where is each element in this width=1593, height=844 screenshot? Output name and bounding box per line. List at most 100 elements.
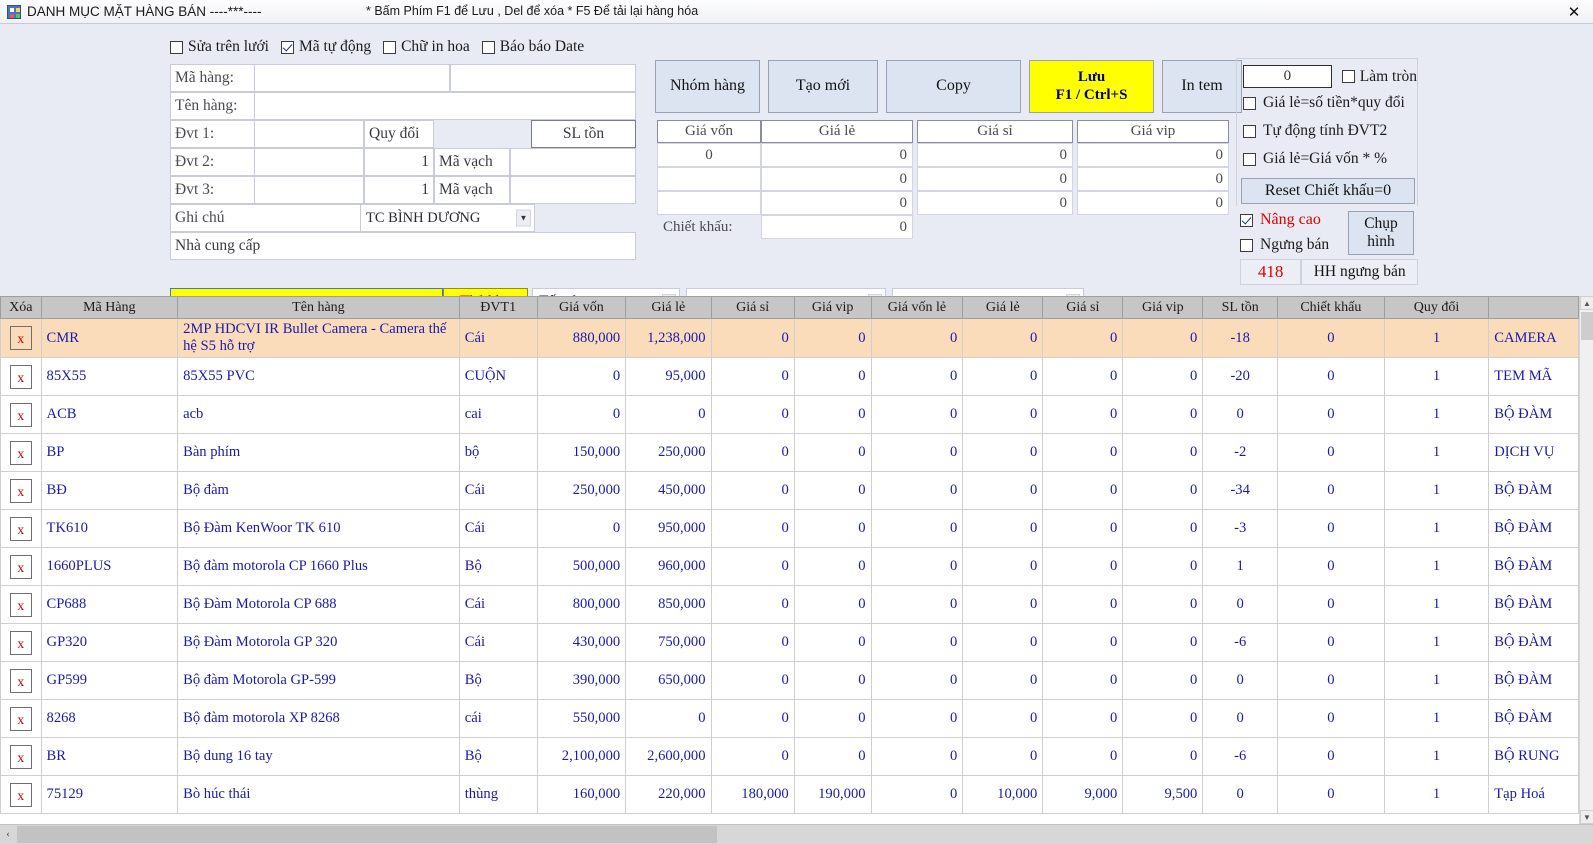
- cell-gia-le2[interactable]: 0: [962, 661, 1044, 700]
- cell-gia-le2[interactable]: 0: [962, 357, 1044, 396]
- cell-gia-vip[interactable]: 0: [793, 395, 872, 434]
- col-gia-von[interactable]: Giá vốn: [536, 296, 627, 319]
- cell-chiet-khau[interactable]: 0: [1277, 775, 1385, 814]
- cell-dvt[interactable]: cai: [458, 395, 538, 434]
- table-row[interactable]: x 1660PLUS Bộ đàm motorola CP 1660 Plus Bộ 5…: [0, 547, 1579, 586]
- cell-chiet-khau[interactable]: 0: [1277, 318, 1385, 358]
- cell-dvt[interactable]: Bộ: [458, 661, 538, 700]
- close-icon[interactable]: ✕: [1561, 2, 1587, 22]
- cell-gia-le[interactable]: 95,000: [625, 357, 712, 396]
- cell-gia-si2[interactable]: 0: [1042, 433, 1124, 472]
- cell-nhom[interactable]: BỘ ĐÀM: [1488, 395, 1579, 434]
- checkbox-box[interactable]: [280, 40, 294, 54]
- cell-gia-si2[interactable]: 0: [1042, 318, 1124, 358]
- input-dvt3-quydoi[interactable]: 1: [364, 176, 434, 204]
- cell-ten[interactable]: Bộ đàm motorola XP 8268: [177, 699, 460, 738]
- delete-row-button[interactable]: x: [0, 357, 42, 396]
- col-xoa[interactable]: Xóa: [0, 296, 42, 319]
- cell-ten[interactable]: acb: [177, 395, 460, 434]
- cell-gia-si[interactable]: 0: [710, 318, 795, 358]
- checkbox-ngung-ban[interactable]: Ngưng bán: [1240, 236, 1348, 254]
- cell-gia-von-le[interactable]: 0: [870, 699, 964, 738]
- round-value-input[interactable]: 0: [1243, 65, 1332, 88]
- cell-gia-si[interactable]: 0: [710, 623, 795, 662]
- cell-nhom[interactable]: BỘ ĐÀM: [1488, 471, 1579, 510]
- delete-icon[interactable]: x: [9, 554, 32, 579]
- cell-gia-von-le[interactable]: 0: [870, 623, 964, 662]
- cell-sl-ton[interactable]: 0: [1202, 395, 1279, 434]
- cell-chiet-khau[interactable]: 0: [1277, 395, 1385, 434]
- col-gia-si[interactable]: Giá sỉ: [710, 296, 795, 319]
- cell-nhom[interactable]: TEM MÃ: [1488, 357, 1579, 396]
- cell-quy-doi[interactable]: 1: [1383, 737, 1490, 776]
- input-ma-vach-3[interactable]: [510, 176, 636, 204]
- cell-gia-von[interactable]: 0: [536, 395, 627, 434]
- checkbox-box[interactable]: [383, 40, 397, 54]
- cell-gia-von[interactable]: 150,000: [536, 433, 627, 472]
- cell-ma[interactable]: BP: [40, 433, 179, 472]
- table-row[interactable]: x BP Bàn phím bộ 150,000 250,000 0 0 0 0 0 0 -2 0 1 DỊC…: [0, 433, 1579, 472]
- delete-row-button[interactable]: x: [0, 699, 42, 738]
- cell-chiet-khau[interactable]: 0: [1277, 433, 1385, 472]
- cell-ten[interactable]: Bộ đàm Motorola GP-599: [177, 661, 460, 700]
- cell-chiet-khau[interactable]: 0: [1277, 623, 1385, 662]
- delete-icon[interactable]: x: [9, 630, 32, 655]
- delete-icon[interactable]: x: [9, 668, 32, 693]
- scroll-up-icon[interactable]: ▲: [1580, 296, 1593, 310]
- vertical-scrollbar[interactable]: ▲ ▼: [1579, 296, 1593, 824]
- cell-nhom[interactable]: BỘ RUNG: [1488, 737, 1579, 776]
- cell-nhom[interactable]: BỘ ĐÀM: [1488, 623, 1579, 662]
- cell-sl-ton[interactable]: -20: [1202, 357, 1279, 396]
- hh-ngung-ban-button[interactable]: HH ngưng bán: [1301, 259, 1418, 285]
- cell-gia-le[interactable]: 850,000: [625, 585, 712, 624]
- reset-chiet-khau-button[interactable]: Reset Chiết khấu=0: [1241, 178, 1415, 204]
- table-row[interactable]: x 75129 Bò húc thái thùng 160,000 220,000 180,…: [0, 775, 1579, 814]
- col-gia-vip-2[interactable]: Giá vip: [1122, 296, 1204, 319]
- cell-gia-le[interactable]: 0: [625, 699, 712, 738]
- cell-quy-doi[interactable]: 1: [1383, 585, 1490, 624]
- cell-gia-von[interactable]: 2,100,000: [536, 737, 627, 776]
- cell-gia-le2[interactable]: 0: [962, 509, 1044, 548]
- cell-gia-vip2[interactable]: 0: [1122, 623, 1204, 662]
- cell-sl-ton[interactable]: -2: [1202, 433, 1279, 472]
- cell-dvt[interactable]: bộ: [458, 433, 538, 472]
- cell-quy-doi[interactable]: 1: [1383, 509, 1490, 548]
- cell-gia-le[interactable]: 250,000: [625, 433, 712, 472]
- cell-chiet-khau[interactable]: 0: [1277, 357, 1385, 396]
- scroll-down-icon[interactable]: ▼: [1580, 810, 1593, 824]
- checkbox-ma-tu-dong[interactable]: Mã tự động: [280, 38, 371, 56]
- cell-gia-von-le[interactable]: 0: [870, 433, 964, 472]
- cell-gia-vip[interactable]: 0: [793, 433, 872, 472]
- cell-dvt[interactable]: thùng: [458, 775, 538, 814]
- cell-dvt[interactable]: CUỘN: [458, 357, 538, 396]
- cell-gia-si[interactable]: 0: [710, 661, 795, 700]
- checkbox-box[interactable]: [1341, 70, 1355, 83]
- price-gia-vip-1[interactable]: 0: [1077, 143, 1229, 167]
- cell-sl-ton[interactable]: -6: [1202, 623, 1279, 662]
- cell-gia-si2[interactable]: 0: [1042, 585, 1124, 624]
- cell-ma[interactable]: BR: [40, 737, 179, 776]
- price-gia-si-1[interactable]: 0: [917, 143, 1073, 167]
- cell-gia-le2[interactable]: 0: [962, 585, 1044, 624]
- cell-gia-vip2[interactable]: 0: [1122, 433, 1204, 472]
- cell-gia-vip2[interactable]: 0: [1122, 661, 1204, 700]
- cell-gia-si2[interactable]: 0: [1042, 737, 1124, 776]
- cell-dvt[interactable]: cái: [458, 699, 538, 738]
- cell-gia-vip2[interactable]: 0: [1122, 509, 1204, 548]
- cell-gia-si[interactable]: 0: [710, 737, 795, 776]
- delete-icon[interactable]: x: [9, 440, 32, 465]
- cell-gia-le2[interactable]: 0: [962, 318, 1044, 358]
- delete-row-button[interactable]: x: [0, 471, 42, 510]
- cell-quy-doi[interactable]: 1: [1383, 433, 1490, 472]
- cell-gia-si2[interactable]: 0: [1042, 623, 1124, 662]
- cell-gia-si[interactable]: 0: [710, 585, 795, 624]
- table-row[interactable]: x CMR 2MP HDCVI IR Bullet Camera - Camera …: [0, 318, 1579, 358]
- scroll-left-icon[interactable]: ‹: [0, 825, 16, 844]
- cell-gia-von-le[interactable]: 0: [870, 509, 964, 548]
- delete-row-button[interactable]: x: [0, 585, 42, 624]
- cell-sl-ton[interactable]: 1: [1202, 547, 1279, 586]
- cell-gia-vip2[interactable]: 0: [1122, 737, 1204, 776]
- table-row[interactable]: x 8268 Bộ đàm motorola XP 8268 cái 550,000 0 0…: [0, 699, 1579, 738]
- cell-chiet-khau[interactable]: 0: [1277, 585, 1385, 624]
- cell-gia-vip[interactable]: 0: [793, 623, 872, 662]
